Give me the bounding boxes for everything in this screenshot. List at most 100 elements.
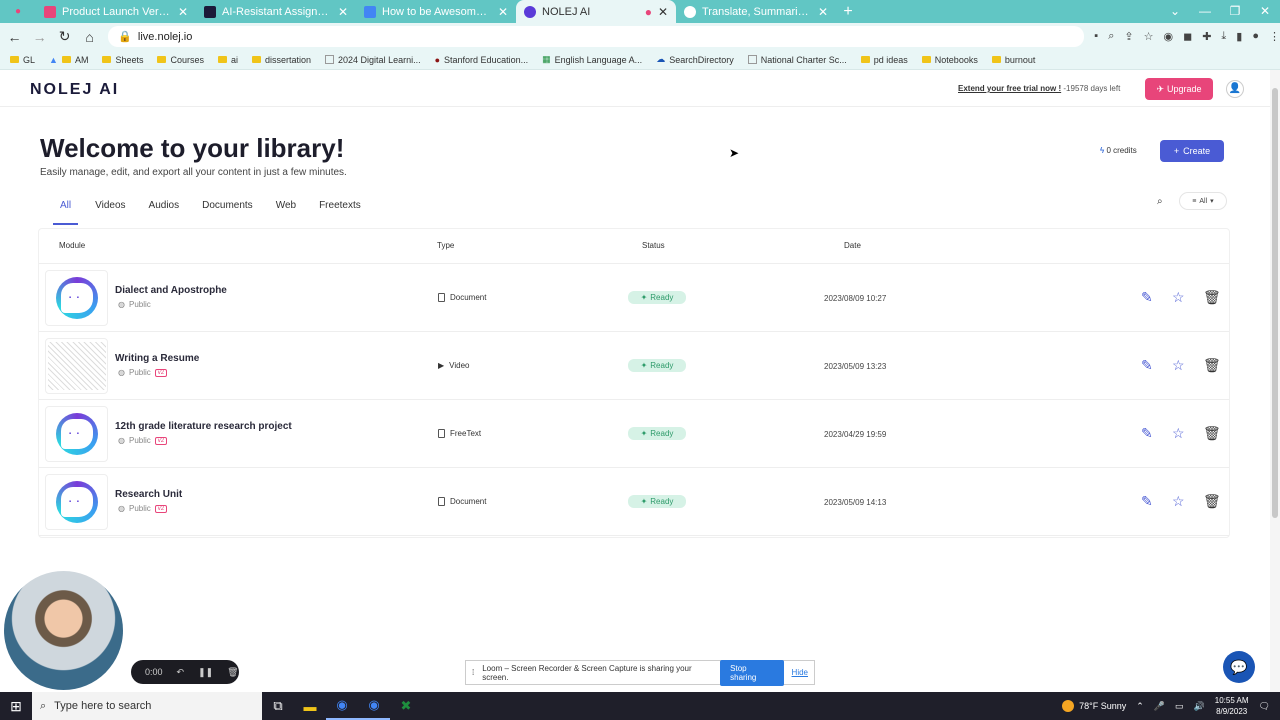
extend-trial-link[interactable]: Extend your free trial now ! [958, 84, 1061, 93]
puzzle-icon[interactable]: ✚ [1202, 30, 1211, 43]
share-icon[interactable]: ⇪ [1124, 30, 1133, 43]
column-header-status[interactable]: Status [642, 241, 665, 250]
table-row[interactable]: .. 12th grade literature research projec… [39, 400, 1229, 468]
home-icon[interactable]: ⌂ [79, 29, 100, 45]
bookmark-item[interactable]: pd ideas [860, 55, 908, 65]
weather-widget[interactable]: 78°F Sunny [1062, 700, 1126, 712]
profile-avatar-icon[interactable]: ● [1252, 30, 1259, 43]
task-view-icon[interactable]: ⧉ [262, 692, 294, 720]
bookmark-item[interactable]: Notebooks [921, 55, 978, 65]
extension-icon[interactable]: ◉ [1163, 30, 1173, 43]
trash-icon[interactable]: 🗑 [1203, 425, 1221, 442]
trash-icon[interactable]: 🗑 [1203, 493, 1221, 510]
close-window-icon[interactable]: ✕ [1250, 0, 1280, 23]
browser-tab[interactable]: AI-Resistant Assignment Suggest ✕ [196, 0, 356, 23]
bookmark-item[interactable]: Sheets [102, 55, 143, 65]
tab-documents[interactable]: Documents [196, 200, 259, 225]
camera-icon[interactable]: ▪ [1094, 30, 1098, 43]
browser-tab[interactable]: Product Launch Version 1 - bspm ✕ [36, 0, 196, 23]
minimize-icon[interactable]: — [1190, 0, 1220, 23]
close-icon[interactable]: ✕ [498, 5, 508, 19]
edit-icon[interactable]: ✎ [1141, 357, 1153, 374]
microphone-icon[interactable]: 🎤 [1154, 701, 1165, 712]
pause-icon[interactable]: ❚❚ [198, 667, 213, 678]
column-header-date[interactable]: Date [844, 241, 861, 250]
trash-icon[interactable]: 🗑 [227, 667, 238, 678]
browser-tab-active[interactable]: NOLEJ AI ● ✕ [516, 0, 676, 23]
stop-sharing-button[interactable]: Stop sharing [720, 659, 784, 686]
chrome-icon[interactable]: ◉ [358, 692, 390, 720]
drag-handle-icon[interactable]: ⁞ [472, 668, 474, 677]
star-icon[interactable]: ☆ [1172, 493, 1185, 510]
browser-tab[interactable]: How to be Awesome-er (Staff De ✕ [356, 0, 516, 23]
restore-icon[interactable]: ❐ [1220, 0, 1250, 23]
upgrade-button[interactable]: ✈ Upgrade [1145, 78, 1213, 100]
hide-link[interactable]: Hide [792, 668, 808, 677]
download-icon[interactable]: ⤓ [1221, 30, 1226, 43]
bookmark-item[interactable]: National Charter Sc... [747, 55, 847, 65]
close-icon[interactable]: ✕ [658, 5, 668, 19]
tab-all[interactable]: All [53, 200, 79, 225]
tray-chevron-icon[interactable]: ⌃ [1136, 701, 1144, 712]
search-icon[interactable]: ⌕ [1157, 196, 1163, 207]
bookmark-item[interactable]: ▲ AM [49, 55, 88, 65]
star-icon[interactable]: ☆ [1172, 289, 1185, 306]
undo-icon[interactable]: ↶ [177, 667, 185, 678]
scrollbar-thumb[interactable] [1272, 88, 1278, 518]
windows-start-icon[interactable]: ⊞ [0, 698, 32, 715]
back-icon[interactable]: ← [4, 29, 25, 45]
network-icon[interactable]: ▭ [1175, 701, 1184, 712]
url-field[interactable]: 🔒 live.nolej.io [108, 26, 1085, 47]
module-name[interactable]: Research Unit [115, 489, 182, 500]
table-row[interactable]: .. Dialect and Apostrophe ◍ Public Docume… [39, 264, 1229, 332]
bookmark-item[interactable]: ● Stanford Education... [435, 55, 529, 65]
zoom-icon[interactable]: ⌕ [1108, 30, 1114, 43]
tab-freetexts[interactable]: Freetexts [313, 200, 367, 225]
nolej-logo[interactable]: NOLEJ AI [30, 81, 119, 99]
page-scrollbar[interactable] [1270, 70, 1280, 692]
module-name[interactable]: Writing a Resume [115, 353, 199, 364]
module-name[interactable]: Dialect and Apostrophe [115, 285, 227, 296]
new-tab-button[interactable]: + [836, 3, 860, 21]
bookmark-star-icon[interactable]: ☆ [1144, 30, 1154, 43]
chrome-icon[interactable]: ◉ [326, 692, 358, 720]
excel-icon[interactable]: ✖ [390, 692, 422, 720]
table-row[interactable]: Writing a Resume ◍ Public v2 ▶ Video ✦ Ready… [39, 332, 1229, 400]
browser-tab[interactable]: Translate, Summarize, & Title ✕ [676, 0, 836, 23]
close-icon[interactable]: ✕ [338, 5, 348, 19]
close-icon[interactable]: ✕ [178, 5, 188, 19]
file-explorer-icon[interactable]: ▬ [294, 692, 326, 720]
bookmark-item[interactable]: burnout [991, 55, 1035, 65]
filter-dropdown[interactable]: ≡ All ▾ [1179, 192, 1227, 210]
extension-icon[interactable]: ◼ [1183, 30, 1192, 43]
close-icon[interactable]: ✕ [818, 5, 828, 19]
bookmark-item[interactable]: Courses [157, 55, 204, 65]
module-name[interactable]: 12th grade literature research project [115, 421, 292, 432]
menu-icon[interactable]: ⋮ [1269, 30, 1280, 43]
taskbar-search[interactable]: ⌕ Type here to search [32, 692, 262, 720]
edit-icon[interactable]: ✎ [1141, 289, 1153, 306]
star-icon[interactable]: ☆ [1172, 357, 1185, 374]
notifications-icon[interactable]: 🗨 [1259, 701, 1270, 712]
bookmark-item[interactable]: GL [10, 55, 35, 65]
bookmark-item[interactable]: ai [217, 55, 238, 65]
trash-icon[interactable]: 🗑 [1203, 289, 1221, 306]
webcam-bubble[interactable] [4, 571, 123, 690]
column-header-module[interactable]: Module [59, 241, 85, 250]
table-row[interactable]: .. Research Unit ◍ Public v2 Document ✦ Rea… [39, 468, 1229, 536]
tab-web[interactable]: Web [270, 200, 302, 225]
user-account-icon[interactable]: 👤 [1226, 80, 1244, 98]
taskbar-clock[interactable]: 10:55 AM 8/9/2023 [1215, 695, 1249, 717]
edit-icon[interactable]: ✎ [1141, 425, 1153, 442]
chat-bubble-icon[interactable]: 💬 [1223, 651, 1255, 683]
trash-icon[interactable]: 🗑 [1203, 357, 1221, 374]
bookmark-item[interactable]: 2024 Digital Learni... [325, 55, 421, 65]
volume-icon[interactable]: 🔊 [1194, 701, 1205, 712]
forward-icon[interactable]: → [29, 29, 50, 45]
bookmark-item[interactable]: ☁ SearchDirectory [656, 54, 734, 65]
reload-icon[interactable]: ↻ [54, 28, 75, 45]
tab-audios[interactable]: Audios [143, 200, 186, 225]
tab-search-icon[interactable]: ⌄ [1160, 0, 1190, 23]
tab-videos[interactable]: Videos [89, 200, 131, 225]
bookmark-item[interactable]: dissertation [252, 55, 311, 65]
